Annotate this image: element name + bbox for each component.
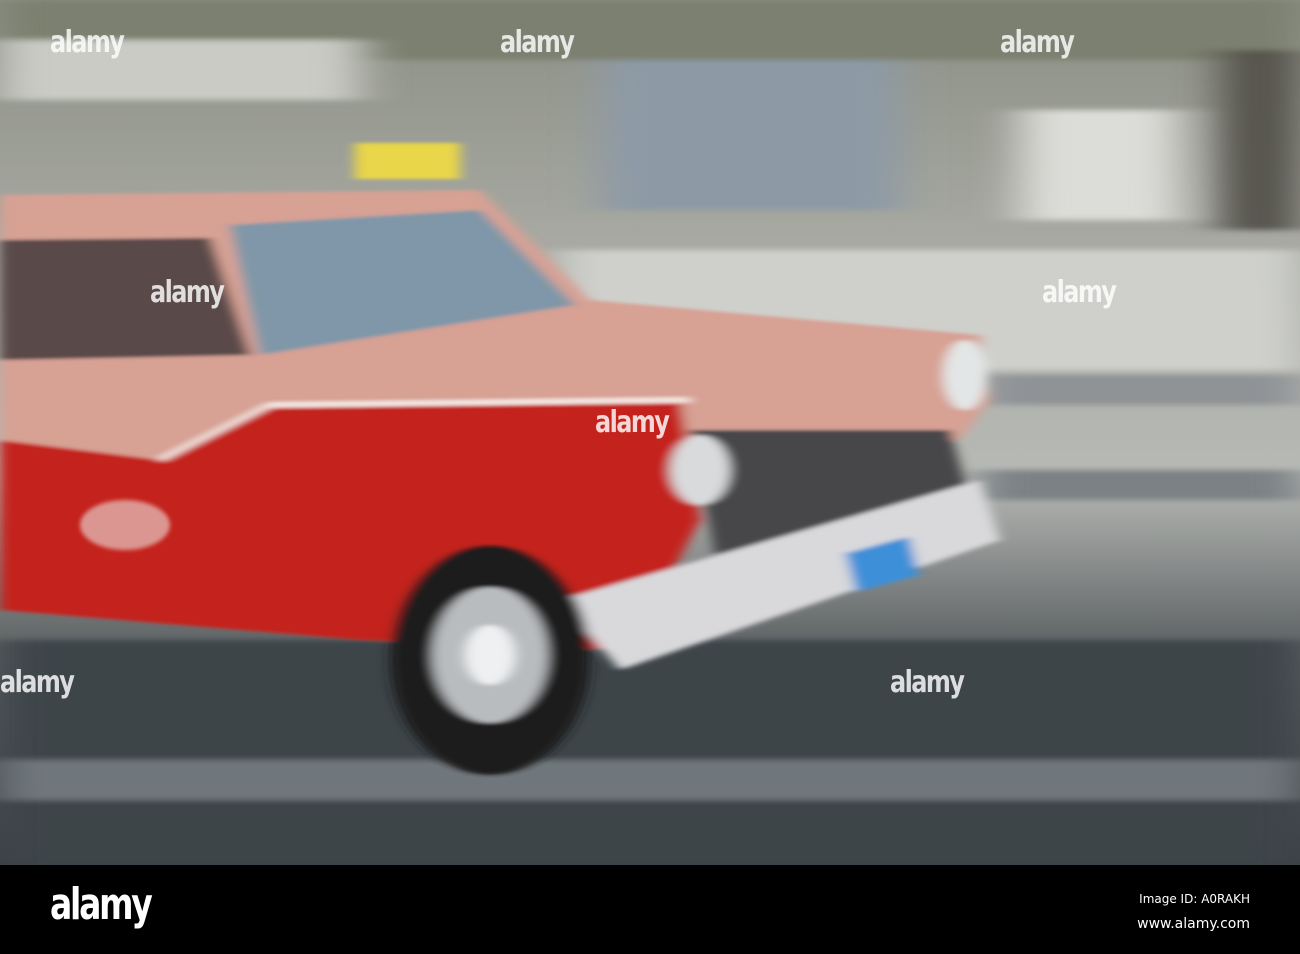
- watermark-alamy: alamy: [0, 665, 75, 700]
- footer-bar: alamy Image ID: A0RAKH www.alamy.com: [0, 865, 1300, 954]
- watermark-alamy: alamy: [595, 405, 670, 440]
- site-url: www.alamy.com: [1137, 916, 1250, 932]
- alamy-logo: alamy: [50, 879, 153, 930]
- stock-photo: alamy alamy alamy alamy alamy alamy alam…: [0, 0, 1300, 954]
- watermark-alamy: alamy: [1042, 275, 1117, 310]
- watermark-alamy: alamy: [50, 25, 125, 60]
- watermark-alamy: alamy: [500, 25, 575, 60]
- watermark-alamy: alamy: [1000, 25, 1075, 60]
- watermark-alamy: alamy: [890, 665, 965, 700]
- image-id: Image ID: A0RAKH: [1139, 892, 1250, 906]
- watermark-alamy: alamy: [150, 275, 225, 310]
